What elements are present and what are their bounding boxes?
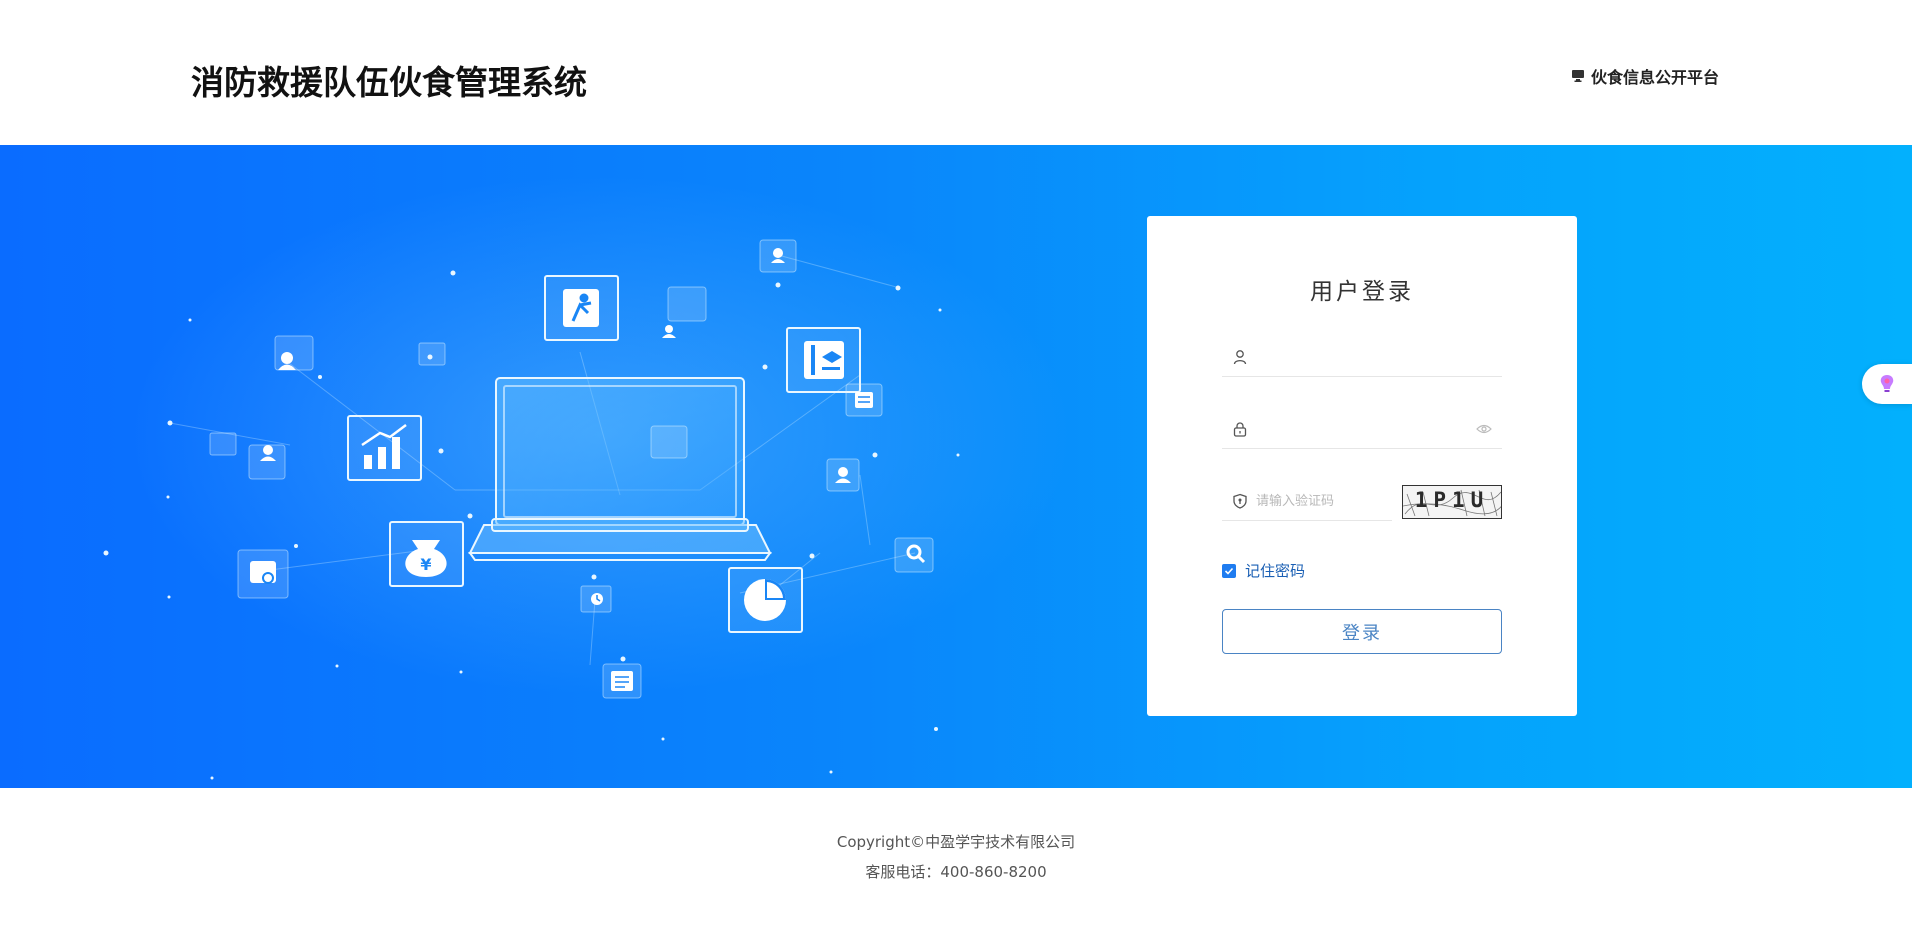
side-tab[interactable] bbox=[1862, 364, 1912, 404]
shield-icon bbox=[1233, 493, 1247, 509]
banner: ¥ 用户登录 请输入验证码 1P1U 记住密码 登录 bbox=[0, 145, 1912, 788]
footer: Copyright©中盈学宇技术有限公司 客服电话：400-860-8200 bbox=[0, 788, 1912, 930]
platform-link[interactable]: 伙食信息公开平台 bbox=[1571, 64, 1719, 88]
eye-icon[interactable] bbox=[1476, 423, 1492, 435]
banner-illustration: ¥ bbox=[103, 175, 1070, 780]
captcha-image[interactable]: 1P1U bbox=[1402, 485, 1502, 519]
svg-text:¥: ¥ bbox=[420, 555, 431, 574]
password-field[interactable] bbox=[1222, 409, 1502, 449]
captcha-field[interactable] bbox=[1222, 481, 1456, 521]
lock-icon bbox=[1233, 422, 1247, 437]
remember-checkbox[interactable] bbox=[1222, 563, 1236, 578]
remember-password[interactable]: 记住密码 bbox=[1222, 560, 1305, 581]
remember-label: 记住密码 bbox=[1245, 562, 1306, 580]
check-icon bbox=[1224, 567, 1234, 575]
lightbulb-icon bbox=[1880, 375, 1894, 392]
username-field[interactable] bbox=[1222, 337, 1502, 377]
login-button[interactable]: 登录 bbox=[1222, 609, 1502, 654]
system-title: 消防救援队伍伙食管理系统 bbox=[191, 63, 587, 102]
user-icon bbox=[1233, 350, 1247, 365]
login-title: 用户登录 bbox=[1310, 279, 1414, 305]
copyright-text: Copyright©中盈学宇技术有限公司 bbox=[836, 833, 1076, 851]
username-input[interactable] bbox=[1256, 343, 1456, 371]
monitor-icon bbox=[1572, 70, 1584, 82]
header: 消防救援队伍伙食管理系统 伙食信息公开平台 bbox=[0, 0, 1912, 145]
password-input[interactable] bbox=[1256, 415, 1456, 443]
login-card: 用户登录 请输入验证码 1P1U 记住密码 登录 bbox=[1147, 216, 1577, 716]
service-phone: 客服电话：400-860-8200 bbox=[865, 863, 1047, 881]
captcha-text: 1P1U bbox=[1414, 488, 1490, 512]
platform-link-label: 伙食信息公开平台 bbox=[1591, 68, 1720, 87]
